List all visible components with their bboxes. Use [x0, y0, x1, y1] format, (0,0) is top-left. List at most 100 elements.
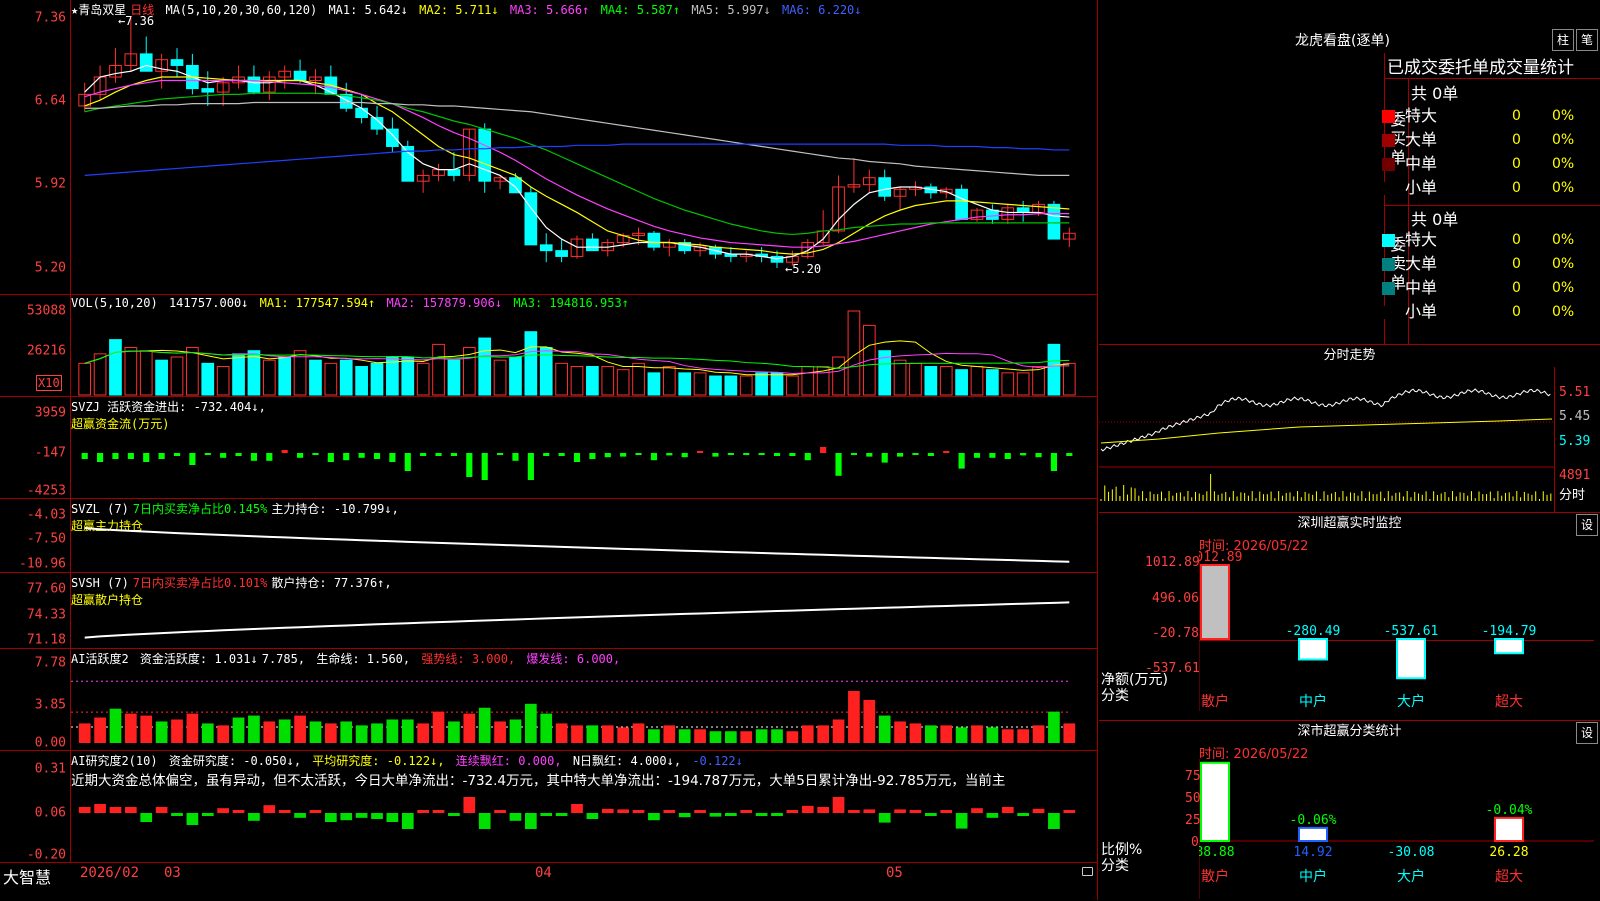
research-bar	[986, 813, 999, 818]
ratio-value-label: 14.92	[1293, 845, 1332, 860]
intraday-tick: 5.39	[1559, 434, 1591, 449]
order-count: 0	[1512, 304, 1521, 320]
sz-monitor-settings-button[interactable]: 设	[1576, 514, 1598, 536]
ai-activity-tick: 7.78	[34, 655, 66, 671]
ai-research-panel[interactable]: 0.31 0.06 -0.20 AI研究度2(10) 资金研究度: -0.050…	[0, 750, 1097, 863]
research-bar	[417, 810, 429, 813]
research-bar	[278, 810, 291, 813]
volume-bar	[724, 375, 738, 396]
volume-tick: 26216	[26, 343, 66, 359]
price-line	[1100, 388, 1551, 452]
candle-body	[1016, 207, 1030, 213]
research-bar	[878, 813, 891, 823]
flow-bar	[650, 453, 657, 461]
activity-bar	[971, 725, 983, 743]
volume-bar	[555, 362, 568, 396]
flow-bar	[481, 453, 488, 480]
order-size-row: 特大 0 0%	[1382, 228, 1600, 252]
candle-body	[524, 192, 538, 246]
volume-bar	[432, 343, 445, 396]
research-bar	[201, 813, 214, 816]
activity-bar	[340, 721, 353, 743]
bar-view-button[interactable]: 柱	[1552, 29, 1574, 51]
ai-research-chart[interactable]	[71, 751, 1096, 863]
research-bar	[294, 813, 306, 818]
research-bar	[217, 808, 229, 813]
research-bar	[571, 804, 583, 813]
sz-class-cat-label: 分类	[1101, 858, 1129, 874]
sell-total: 共 0单	[1411, 210, 1459, 229]
activity-bar	[909, 723, 922, 743]
research-bar	[94, 804, 106, 813]
svzj-panel[interactable]: 3959 -147 -4253 SVZJ 活跃资金进出: -732.404↓, …	[0, 396, 1097, 499]
volume-bar	[262, 359, 276, 396]
activity-bar	[109, 708, 122, 743]
tick-view-button[interactable]: 笔	[1576, 29, 1598, 51]
volume-bar	[970, 366, 984, 396]
longhu-divider	[1384, 78, 1600, 79]
flow-bar	[789, 453, 796, 456]
flow-bar	[1050, 453, 1057, 471]
intraday-panel[interactable]: 分时走势 5.51 5.45 5.39 4891 分时	[1099, 344, 1600, 513]
flow-bar	[681, 453, 688, 458]
svsh-tick: 74.33	[26, 607, 66, 623]
kline-chart[interactable]	[71, 0, 1096, 294]
order-size-row: 小单 0 0%	[1382, 176, 1600, 200]
activity-bar	[125, 713, 137, 743]
svzj-tick: -4253	[26, 483, 66, 499]
sz-monitor-panel[interactable]: 深圳超赢实时监控 设 时间: 2026/05/22 1012.89散户-280.…	[1099, 512, 1600, 721]
intraday-axis	[1554, 367, 1555, 513]
ratio-value-label: 88.88	[1199, 845, 1235, 860]
order-size-label: 特大	[1405, 230, 1438, 249]
ai-activity-tick: 0.00	[34, 735, 66, 751]
svzj-chart[interactable]	[71, 397, 1096, 499]
sz-class-chart: +0.23% 88.88 散户 -0.06% 14.92 中户 -30.08 大户 -0.04%…	[1199, 759, 1594, 899]
flow-bar	[112, 453, 119, 459]
research-bar	[709, 813, 722, 817]
svsh-chart[interactable]	[71, 573, 1096, 649]
flow-bar	[527, 453, 534, 480]
volume-chart[interactable]	[71, 295, 1096, 397]
flow-bar	[712, 453, 719, 457]
flow-bar	[204, 453, 211, 455]
activity-bar	[140, 715, 153, 743]
activity-bar	[632, 723, 645, 743]
activity-bar	[709, 731, 722, 743]
research-bar	[817, 807, 829, 813]
kline-panel[interactable]: 7.36 6.64 5.92 5.20 ★青岛双星 日线 MA(5,10,20,3…	[0, 0, 1097, 294]
research-bar	[540, 813, 553, 816]
sz-monitor-chart: 1012.89 散户 -280.49 中户 -537.61 大户 -194.79 超大	[1199, 551, 1594, 711]
net-bar	[1298, 638, 1328, 661]
research-bar	[648, 813, 660, 821]
volume-panel[interactable]: 53088 26216 X10 VOL(5,10,20) 141757.000↓…	[0, 294, 1097, 397]
research-bar	[1001, 807, 1014, 813]
flow-bar	[758, 453, 765, 455]
order-size-row: 大单 0 0%	[1382, 252, 1600, 276]
lock-icon[interactable]	[1082, 867, 1093, 876]
ai-activity-panel[interactable]: 7.78 3.85 0.00 AI活跃度2 资金活跃度: 1.031↓ 7.785…	[0, 648, 1097, 751]
candle-body	[139, 53, 153, 72]
intraday-chart[interactable]	[1099, 367, 1554, 511]
activity-bar	[694, 729, 706, 743]
color-swatch	[1382, 234, 1395, 247]
activity-bar	[878, 715, 891, 743]
svsh-panel[interactable]: 77.60 74.33 71.18 SVSH (7) 7日内买卖净占比0.101%…	[0, 572, 1097, 649]
activity-bar	[201, 723, 214, 743]
activity-bar	[601, 725, 614, 743]
order-size-row: 大单 0 0%	[1382, 128, 1600, 152]
volume-bar	[1047, 343, 1061, 396]
research-bar	[248, 813, 260, 821]
volume-bar	[832, 356, 845, 396]
research-bar	[325, 813, 337, 822]
sz-class-tick: 50	[1185, 791, 1201, 806]
volume-bar	[524, 331, 538, 396]
ai-activity-chart[interactable]	[71, 649, 1096, 751]
color-swatch	[1382, 258, 1395, 271]
svzl-panel[interactable]: -4.03 -7.50 -10.96 SVZL (7) 7日内买卖净占比0.145…	[0, 498, 1097, 573]
flow-bar	[866, 453, 873, 457]
svzl-chart[interactable]	[71, 499, 1096, 573]
sz-class-settings-button[interactable]: 设	[1576, 722, 1598, 744]
order-count: 0	[1512, 132, 1521, 148]
sz-class-panel[interactable]: 深市超赢分类统计 设 时间: 2026/05/22 +0.23%88.88散户-…	[1099, 720, 1600, 901]
ai-research-tick: -0.20	[26, 847, 66, 863]
